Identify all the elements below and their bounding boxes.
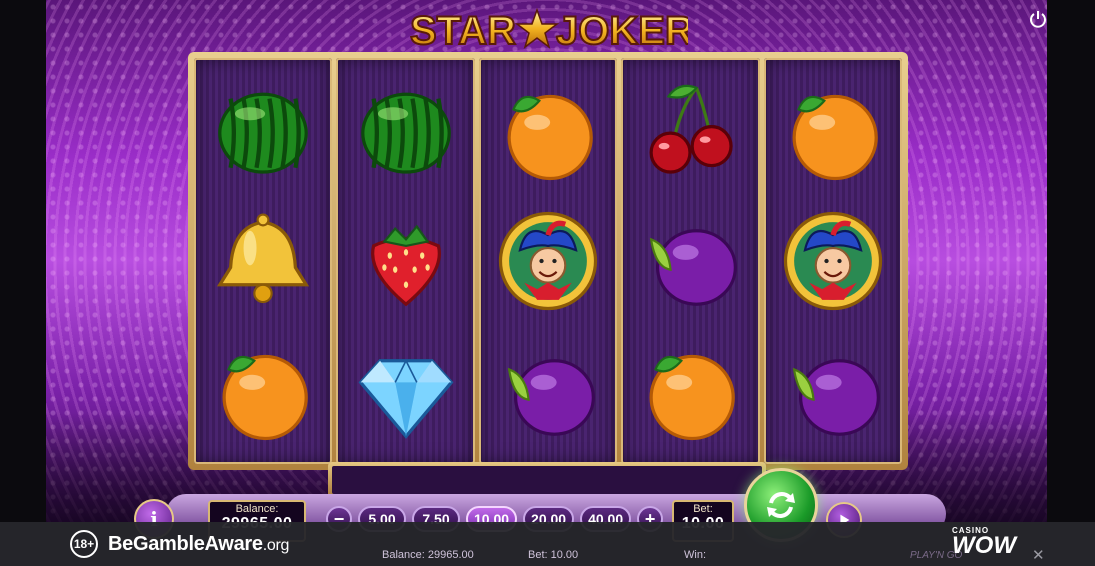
balance-label: Balance: xyxy=(235,503,279,515)
orange-icon xyxy=(494,77,602,185)
star-icon xyxy=(514,7,560,49)
logo-joker-text: JOKER xyxy=(556,9,688,53)
left-letterbox xyxy=(0,0,46,522)
wow-label: WOW xyxy=(952,532,1016,559)
bga-org-text: .org xyxy=(262,536,290,554)
ticker-win: Win: xyxy=(684,549,706,561)
watermelon-icon xyxy=(209,77,317,185)
game-logo: STAR JOKER xyxy=(406,4,695,54)
joker-icon xyxy=(494,207,602,315)
reel-1 xyxy=(194,58,333,464)
close-banner-icon[interactable]: ✕ xyxy=(1032,546,1045,564)
spin-arrows-icon xyxy=(767,492,795,518)
reel-4 xyxy=(621,58,760,464)
joker-icon xyxy=(779,207,887,315)
ticker-balance: Balance: 29965.00 xyxy=(382,549,474,561)
logo-star-text: STAR xyxy=(410,9,516,53)
power-icon[interactable] xyxy=(1028,9,1047,29)
orange-icon xyxy=(636,337,744,445)
win-bar xyxy=(328,462,766,498)
bet-label: Bet: xyxy=(693,503,713,515)
strawberry-icon xyxy=(352,207,460,315)
begambleaware-logo[interactable]: 18+ BeGambleAware.org xyxy=(70,530,289,558)
reel-3 xyxy=(478,58,618,464)
right-letterbox xyxy=(1047,0,1095,522)
plum-icon xyxy=(494,337,602,445)
age-restriction-icon: 18+ xyxy=(70,530,98,558)
reels-frame xyxy=(188,52,908,470)
bell-icon xyxy=(209,207,317,315)
watermelon-icon xyxy=(352,77,460,185)
orange-icon xyxy=(779,77,887,185)
reel-5 xyxy=(763,58,903,464)
bga-main-text: BeGambleAware xyxy=(108,532,263,555)
cherries-icon xyxy=(636,77,744,185)
game-area: STAR JOKER xyxy=(46,0,1047,522)
reels xyxy=(194,58,903,464)
reel-2 xyxy=(336,58,475,464)
plum-icon xyxy=(636,207,744,315)
casino-wow-logo: CASINO WOW xyxy=(952,526,1016,559)
ticker-bet: Bet: 10.00 xyxy=(528,549,579,561)
diamond-icon xyxy=(352,337,460,445)
orange-icon xyxy=(209,337,317,445)
plum-icon xyxy=(779,337,887,445)
